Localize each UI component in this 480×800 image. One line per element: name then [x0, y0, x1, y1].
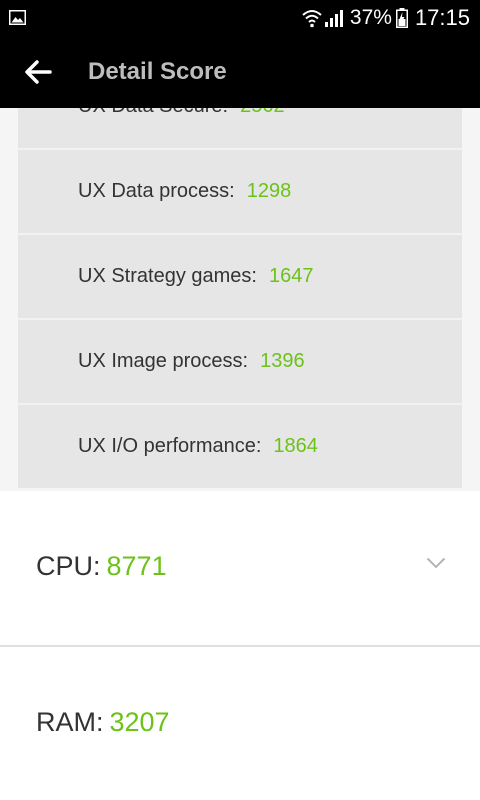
- status-bar: 37% 17:15: [0, 0, 480, 36]
- chevron-down-icon[interactable]: [426, 557, 446, 569]
- ram-label: RAM:: [36, 707, 104, 737]
- arrow-back-icon: [25, 60, 52, 84]
- ux-score-row: UX Image process: 1396: [18, 320, 462, 405]
- back-button[interactable]: [18, 54, 58, 90]
- signal-icon: [324, 10, 343, 27]
- app-bar: Detail Score: [0, 36, 480, 108]
- ux-score-value: 1396: [260, 350, 305, 372]
- cpu-score: CPU: 8771: [36, 551, 167, 582]
- cpu-score-row[interactable]: CPU: 8771: [0, 491, 480, 647]
- status-bar-right: 37% 17:15: [302, 0, 470, 36]
- ram-value: 3207: [109, 707, 170, 737]
- ux-score-value: 1864: [273, 435, 318, 457]
- ux-score-label: UX Data Secure:: [78, 108, 228, 118]
- ux-score-label: UX I/O performance:: [78, 435, 262, 457]
- battery-icon: [395, 8, 408, 28]
- ux-detail-list[interactable]: UX Data Secure: 2562 UX Data process: 12…: [0, 108, 480, 491]
- ram-score-row[interactable]: RAM: 3207: [0, 647, 480, 800]
- ux-score-label: UX Strategy games:: [78, 265, 257, 287]
- ux-score-label: UX Data process:: [78, 180, 235, 202]
- ux-score-value: 2562: [240, 108, 285, 118]
- ux-score-row: UX Data process: 1298: [18, 150, 462, 235]
- ux-score-row: UX Data Secure: 2562: [18, 108, 462, 150]
- wifi-icon: [302, 10, 322, 28]
- ux-score-label: UX Image process:: [78, 350, 249, 372]
- clock: 17:15: [414, 5, 470, 30]
- battery-percent: 37%: [349, 6, 392, 29]
- ux-score-value: 1298: [246, 180, 292, 202]
- ux-score-row: UX I/O performance: 1864: [18, 405, 462, 488]
- ux-score-row: UX Strategy games: 1647: [18, 235, 462, 320]
- page-title: Detail Score: [88, 58, 227, 85]
- image-icon: [9, 10, 26, 25]
- ux-score-value: 1647: [268, 265, 314, 287]
- ux-list: UX Data Secure: 2562 UX Data process: 12…: [18, 108, 462, 488]
- cpu-label: CPU:: [36, 551, 101, 581]
- cpu-value: 8771: [106, 551, 167, 581]
- ram-score: RAM: 3207: [36, 707, 170, 738]
